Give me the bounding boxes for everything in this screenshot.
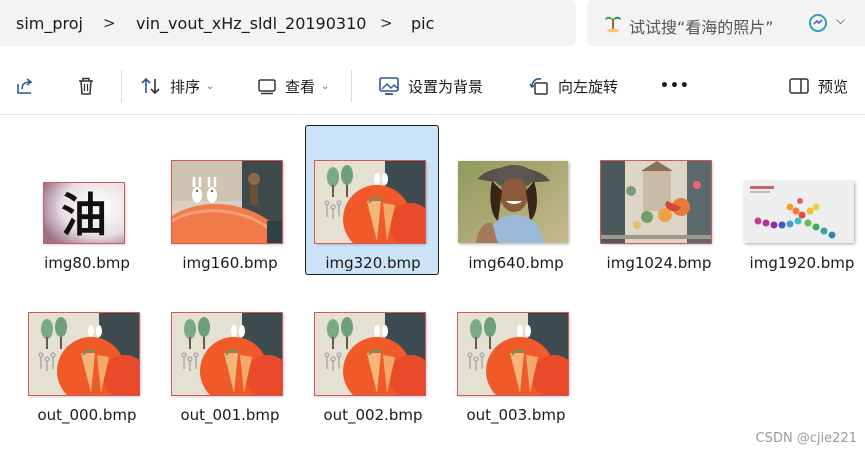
rotate-left-icon — [529, 78, 548, 95]
file-tile-img80[interactable]: 油 img80.bmp — [19, 125, 153, 275]
file-tile-img160[interactable]: img160.bmp — [162, 125, 296, 275]
sort-button[interactable]: 排序 ⌄ — [140, 58, 214, 114]
search-box[interactable]: 试试搜“看海的照片” ⌵ — [587, 0, 865, 46]
preview-pane-button[interactable]: 预览 — [788, 58, 848, 114]
thumbnail-out000 — [28, 312, 140, 396]
file-name: out_003.bmp — [466, 406, 566, 424]
file-name: img1920.bmp — [749, 254, 855, 272]
sort-icon — [141, 77, 160, 95]
breadcrumb-separator: > — [380, 14, 393, 32]
file-tile-img1920[interactable]: img1920.bmp — [734, 125, 865, 275]
rotate-left-button[interactable]: 向左旋转 — [528, 58, 618, 114]
sort-label: 排序 — [170, 77, 201, 96]
palm-tree-icon — [605, 16, 621, 33]
preview-label: 预览 — [818, 77, 849, 96]
share-button[interactable] — [14, 58, 36, 114]
file-name: out_002.bmp — [323, 406, 423, 424]
file-tile-out000[interactable]: out_000.bmp — [19, 277, 153, 427]
thumbnail-img1920 — [744, 181, 854, 243]
thumbnail-img320 — [314, 160, 426, 244]
file-tile-out003[interactable]: out_003.bmp — [448, 277, 582, 427]
more-icon: ••• — [660, 78, 690, 94]
chevron-down-icon[interactable]: ⌵ — [836, 13, 845, 28]
thumbnail-img160 — [171, 160, 283, 244]
thumbnail-img80: 油 — [43, 182, 125, 244]
chevron-down-icon: ⌄ — [321, 80, 330, 92]
breadcrumb-item-vin-vout[interactable]: vin_vout_xHz_sldl_20190310 — [136, 14, 366, 33]
toolbar-divider — [121, 70, 122, 102]
share-icon — [17, 78, 33, 94]
file-name: out_000.bmp — [37, 406, 137, 424]
file-tile-img640[interactable]: img640.bmp — [448, 125, 582, 275]
file-tile-img1024[interactable]: img1024.bmp — [591, 125, 725, 275]
breadcrumb-item-sim-proj[interactable]: sim_proj — [16, 14, 83, 33]
view-icon — [258, 79, 276, 95]
copilot-icon[interactable] — [808, 13, 828, 33]
view-button[interactable]: 查看 ⌄ — [257, 58, 329, 114]
file-name: img320.bmp — [325, 254, 421, 272]
file-tile-out001[interactable]: out_001.bmp — [162, 277, 296, 427]
preview-pane-icon — [789, 78, 809, 94]
file-tile-out002[interactable]: out_002.bmp — [305, 277, 439, 427]
toolbar-divider — [351, 70, 352, 102]
file-name: img80.bmp — [44, 254, 130, 272]
set-background-button[interactable]: 设置为背景 — [378, 58, 483, 114]
search-placeholder: 试试搜“看海的照片” — [629, 18, 774, 37]
thumbnail-out002 — [314, 312, 426, 396]
file-name: img640.bmp — [468, 254, 564, 272]
thumbnail-out001 — [171, 312, 283, 396]
file-name: out_001.bmp — [180, 406, 280, 424]
set-background-label: 设置为背景 — [408, 77, 484, 96]
thumbnail-img640 — [458, 161, 568, 243]
file-name: img1024.bmp — [606, 254, 712, 272]
address-bar[interactable]: sim_proj > vin_vout_xHz_sldl_20190310 > … — [0, 0, 576, 46]
desktop-background-icon — [379, 77, 399, 95]
thumbnail-out003 — [457, 312, 569, 396]
view-label: 查看 — [285, 77, 316, 96]
thumbnail-img1024 — [600, 160, 712, 244]
file-name: img160.bmp — [182, 254, 278, 272]
oil-glyph: 油 — [61, 188, 107, 242]
chevron-down-icon: ⌄ — [206, 80, 215, 92]
breadcrumb-separator: > — [103, 14, 116, 32]
command-bar: 排序 ⌄ 查看 ⌄ 设置为背景 向左旋转 ••• 预览 — [0, 58, 865, 115]
watermark: CSDN @cjie221 — [755, 431, 857, 446]
breadcrumb-item-pic[interactable]: pic — [411, 14, 434, 33]
file-tile-img320[interactable]: img320.bmp — [305, 125, 439, 275]
trash-icon — [79, 77, 93, 95]
rotate-left-label: 向左旋转 — [558, 77, 619, 96]
more-options-button[interactable]: ••• — [660, 58, 690, 114]
delete-button[interactable] — [76, 58, 96, 114]
